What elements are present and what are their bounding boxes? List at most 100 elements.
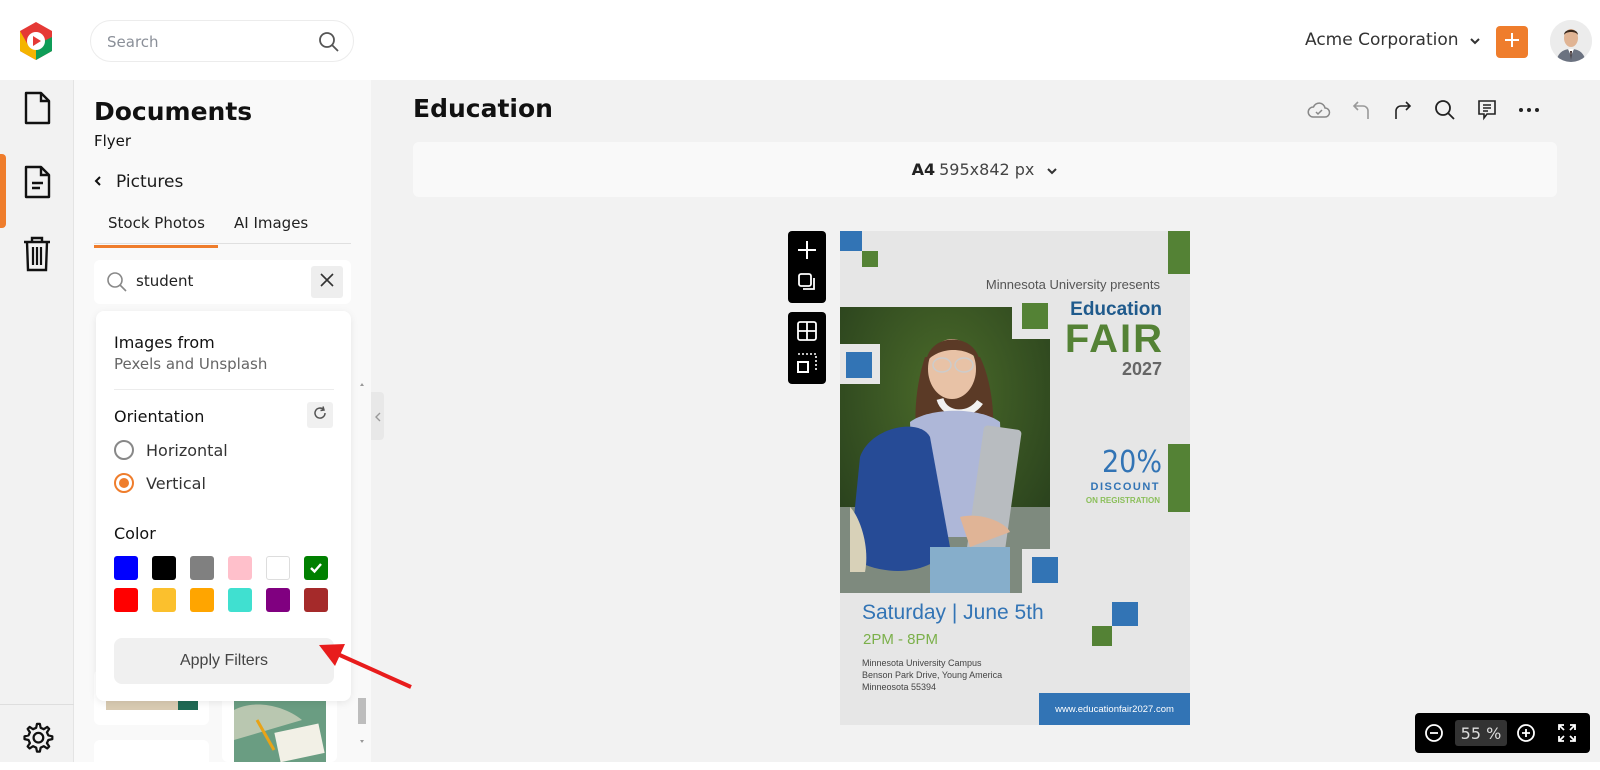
color-swatch-yellow[interactable] <box>152 588 176 612</box>
top-bar: Search Acme Corporation <box>0 0 1600 80</box>
collapse-panel-button[interactable] <box>371 392 384 440</box>
images-source: Pexels and Unsplash <box>114 355 268 373</box>
rail-item-templates[interactable] <box>18 164 56 204</box>
search-placeholder: Search <box>107 33 159 51</box>
user-avatar[interactable] <box>1550 20 1592 62</box>
rail-item-settings[interactable] <box>18 720 56 760</box>
flyer-title-line2: FAIR <box>1064 317 1164 361</box>
zoom-unit: % <box>1486 723 1502 743</box>
zoom-out-icon[interactable] <box>1423 722 1445 744</box>
flyer-discount-label: DISCOUNT <box>1090 481 1160 493</box>
tab-ai-images[interactable]: AI Images <box>234 214 308 232</box>
orientation-label: Orientation <box>114 407 205 426</box>
more-options-icon[interactable] <box>1517 98 1541 122</box>
filter-popover: Images from Pexels and Unsplash Orientat… <box>96 311 351 701</box>
color-swatch-pink[interactable] <box>228 556 252 580</box>
refresh-icon <box>312 405 328 425</box>
flyer-time: 2PM - 8PM <box>863 631 939 648</box>
decor-square <box>846 352 872 378</box>
tab-stock-photos[interactable]: Stock Photos <box>94 214 218 248</box>
color-swatch-gray[interactable] <box>190 556 214 580</box>
image-result-3[interactable] <box>94 740 209 770</box>
organization-switcher[interactable]: Acme Corporation <box>1305 30 1481 50</box>
color-label: Color <box>114 524 156 543</box>
color-swatch-white[interactable] <box>266 556 290 580</box>
decor-bar <box>1168 231 1190 274</box>
search-value: student <box>136 272 194 290</box>
chevron-down-icon <box>1046 160 1058 179</box>
decor-square <box>1112 602 1138 626</box>
active-indicator <box>0 154 6 228</box>
global-search[interactable]: Search <box>90 20 354 62</box>
select-area-icon[interactable] <box>797 353 817 373</box>
apply-filters-button[interactable]: Apply Filters <box>114 638 334 684</box>
chevron-down-icon <box>1469 30 1481 50</box>
zoom-level[interactable]: 55 % <box>1455 720 1507 746</box>
address-line: Minneosota 55394 <box>862 682 937 692</box>
redo-icon[interactable] <box>1391 98 1415 122</box>
page-size-name: A4 <box>911 160 936 179</box>
back-label: Pictures <box>116 172 184 192</box>
radio-label: Vertical <box>146 473 206 493</box>
orientation-horizontal[interactable]: Horizontal <box>114 440 228 460</box>
clear-search-button[interactable] <box>311 266 343 298</box>
page-size-selector[interactable]: A4 595x842 px <box>413 142 1557 197</box>
annotation-arrow <box>315 640 415 690</box>
color-swatch-red[interactable] <box>114 588 138 612</box>
flyer-website: www.educationfair2027.com <box>1039 693 1190 725</box>
undo-icon[interactable] <box>1349 98 1373 122</box>
decor-square <box>1032 557 1058 583</box>
decor-square <box>1022 303 1048 329</box>
decor-square <box>862 251 878 267</box>
image-source-tabs: Stock Photos AI Images <box>94 210 351 248</box>
search-icon[interactable] <box>317 30 341 54</box>
comment-icon[interactable] <box>1475 98 1499 122</box>
panel-subtitle: Flyer <box>94 132 132 150</box>
reset-orientation-button[interactable] <box>307 402 333 428</box>
flyer-page[interactable]: Minnesota University presents Education … <box>840 231 1190 725</box>
file-text-icon <box>22 165 52 203</box>
add-button[interactable] <box>1496 26 1528 58</box>
add-page-icon[interactable] <box>797 240 817 260</box>
gear-icon <box>20 721 54 759</box>
rail-item-trash[interactable] <box>18 236 56 276</box>
orientation-vertical[interactable]: Vertical <box>114 473 206 493</box>
color-swatch-brown[interactable] <box>304 588 328 612</box>
color-swatch-turquoise[interactable] <box>228 588 252 612</box>
layout-actions-toolbar <box>788 312 826 384</box>
radio-button-selected[interactable] <box>114 473 134 493</box>
color-swatches <box>114 556 336 612</box>
images-from-label: Images from <box>114 333 215 352</box>
fullscreen-icon[interactable] <box>1556 722 1578 744</box>
app-logo[interactable] <box>16 20 56 62</box>
decor-square <box>1092 626 1112 646</box>
search-icon <box>106 271 128 297</box>
rail-item-documents[interactable] <box>18 90 56 130</box>
check-icon <box>309 559 323 578</box>
close-icon <box>319 272 335 292</box>
divider <box>114 389 334 390</box>
document-title: Education <box>413 94 553 123</box>
color-swatch-green[interactable] <box>304 556 328 580</box>
left-rail <box>0 80 74 762</box>
panel-title: Documents <box>94 97 253 126</box>
color-swatch-black[interactable] <box>152 556 176 580</box>
panel-scrollbar[interactable] <box>358 380 366 752</box>
search-icon[interactable] <box>1433 98 1457 122</box>
flyer-presenter: Minnesota University presents <box>985 277 1160 292</box>
grid-layout-icon[interactable] <box>797 321 817 341</box>
address-line: Minnesota University Campus <box>862 658 982 668</box>
page-size-dimensions: 595x842 px <box>939 160 1035 179</box>
cloud-saved-icon[interactable] <box>1307 98 1331 122</box>
image-search-input[interactable]: student <box>94 260 351 304</box>
back-to-pictures[interactable]: Pictures <box>94 172 183 192</box>
flyer-year: 2027 <box>1121 359 1162 379</box>
zoom-in-icon[interactable] <box>1515 722 1537 744</box>
color-swatch-orange[interactable] <box>190 588 214 612</box>
color-swatch-purple[interactable] <box>266 588 290 612</box>
color-swatch-blue[interactable] <box>114 556 138 580</box>
rail-divider <box>0 704 74 705</box>
duplicate-page-icon[interactable] <box>797 272 817 292</box>
radio-button[interactable] <box>114 440 134 460</box>
flyer-address: Minnesota University Campus Benson Park … <box>862 657 1002 693</box>
